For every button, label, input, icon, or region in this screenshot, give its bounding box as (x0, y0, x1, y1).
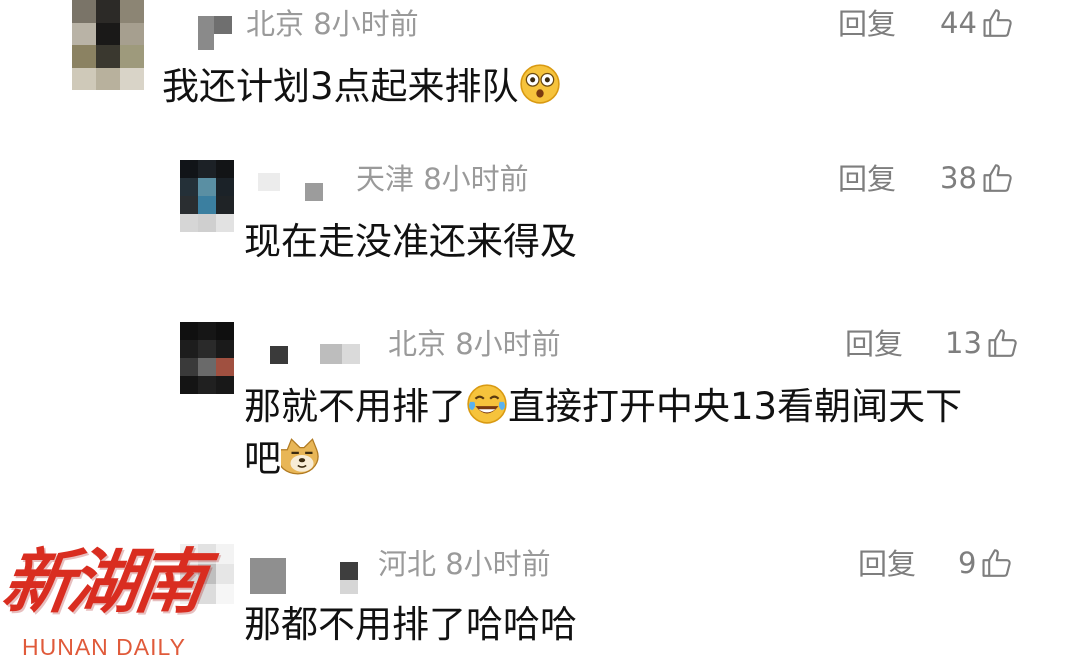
like-count: 13 (945, 325, 982, 360)
comment-text: 那都不用排了哈哈哈 (244, 603, 577, 646)
like-count: 44 (940, 5, 977, 40)
laughing-tears-emoji (467, 384, 507, 424)
thumbs-up-icon (983, 9, 1012, 37)
shocked-face-emoji (519, 64, 560, 104)
username-redacted[interactable] (250, 550, 370, 594)
comment-1: 北京 8小时前 回复 44 我还计划3点起来排队 (0, 0, 1080, 130)
watermark-logo-chinese: 新湖南 (0, 540, 208, 623)
like-button[interactable]: 13 (945, 326, 1020, 360)
doge-emoji (281, 438, 319, 475)
reply-button[interactable]: 回复 (858, 550, 916, 579)
comment-text-line-2: 吧 (244, 434, 323, 483)
like-button[interactable]: 9 (958, 546, 1014, 580)
reply-button[interactable]: 回复 (838, 165, 896, 194)
thumbs-up-icon (983, 164, 1012, 192)
reply-button[interactable]: 回复 (845, 330, 903, 359)
like-button[interactable]: 44 (940, 6, 1015, 40)
avatar[interactable] (180, 322, 234, 394)
location-time: 北京 8小时前 (388, 327, 561, 361)
location-time: 北京 8小时前 (246, 7, 419, 41)
location-time: 天津 8小时前 (356, 162, 529, 196)
like-count: 9 (958, 545, 977, 580)
username-redacted[interactable] (180, 6, 240, 50)
comment-text: 我还计划3点起来排队 (162, 62, 561, 111)
avatar[interactable] (180, 160, 234, 232)
comment-3: 北京 8小时前 回复 13 那就不用排了 直接打开中央13看朝闻天下 吧 (0, 320, 1080, 500)
username-redacted[interactable] (250, 161, 350, 201)
watermark-logo-english: HUNAN DAILY (22, 634, 186, 660)
username-redacted[interactable] (262, 328, 372, 368)
comment-text: 那就不用排了 直接打开中央13看朝闻天下 (244, 384, 963, 428)
like-count: 38 (940, 160, 977, 195)
hunan-daily-watermark: 新湖南 HUNAN DAILY (0, 520, 230, 663)
reply-button[interactable]: 回复 (838, 10, 896, 39)
thumbs-up-icon (982, 549, 1012, 577)
location-time: 河北 8小时前 (378, 547, 551, 581)
comment-text: 现在走没准还来得及 (244, 220, 577, 263)
comment-2: 天津 8小时前 回复 38 现在走没准还来得及 (0, 155, 1080, 275)
like-button[interactable]: 38 (940, 161, 1015, 195)
thumbs-up-icon (988, 329, 1017, 357)
avatar[interactable] (72, 0, 144, 90)
